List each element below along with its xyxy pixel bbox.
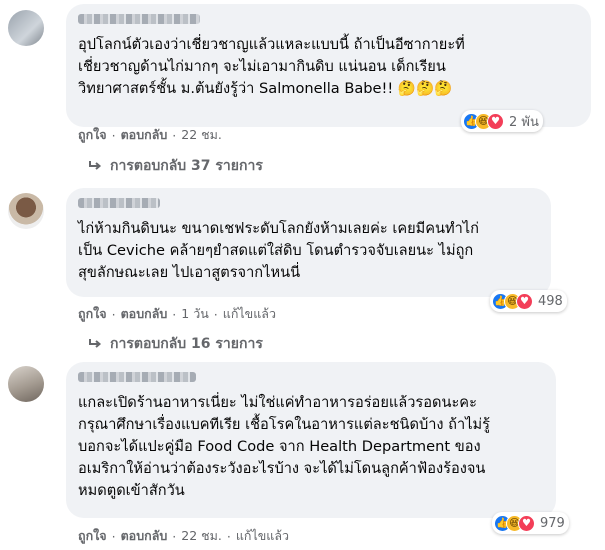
commenter-name-blurred[interactable]: [78, 372, 196, 382]
reply-arrow-icon: [89, 339, 102, 348]
reaction-count: 979: [540, 515, 565, 531]
comment-bubble: อุปโลกน์ตัวเองว่าเชี่ยวชาญแล้วแหละแบบนี้…: [66, 4, 591, 127]
avatar[interactable]: [8, 193, 44, 229]
separator-dot: ·: [226, 528, 231, 544]
reaction-count: 2 พัน: [509, 114, 539, 130]
comment-actions: ถูกใจ · ตอบกลับ · 22 ชม. · แก้ไขแล้ว: [78, 526, 289, 546]
reply-link[interactable]: ตอบกลับ: [121, 304, 168, 324]
like-link[interactable]: ถูกใจ: [78, 526, 107, 546]
comment-bubble: ไก่ห้ามกินดิบนะ ขนาดเชฟระดับโลกยังห้ามเล…: [66, 188, 551, 297]
comment-bubble: แกละเปิดร้านอาหารเนี่ยะ ไม่ใช่แค่ทำอาหาร…: [66, 362, 556, 518]
comment-actions: ถูกใจ · ตอบกลับ · 1 วัน · แก้ไขแล้ว: [78, 304, 276, 324]
avatar[interactable]: [8, 10, 44, 46]
reaction-summary[interactable]: 👍 😆 ♥ 498: [490, 290, 567, 312]
separator-dot: ·: [172, 528, 177, 544]
view-replies-link[interactable]: การตอบกลับ 37 รายการ: [88, 155, 263, 177]
comment-text: แกละเปิดร้านอาหารเนี่ยะ ไม่ใช่แค่ทำอาหาร…: [78, 394, 490, 499]
like-link[interactable]: ถูกใจ: [78, 304, 107, 324]
separator-dot: ·: [111, 528, 116, 544]
reply-arrow-icon: [89, 161, 102, 170]
timestamp[interactable]: 1 วัน: [181, 304, 209, 324]
replies-count-label[interactable]: การตอบกลับ 37 รายการ: [110, 155, 263, 177]
separator-dot: ·: [172, 306, 177, 322]
love-reaction-icon: ♥: [518, 514, 535, 532]
separator-dot: ·: [213, 306, 218, 322]
timestamp[interactable]: 22 ชม.: [181, 125, 222, 145]
love-reaction-icon: ♥: [487, 112, 504, 130]
love-reaction-icon: ♥: [516, 292, 533, 310]
reaction-summary[interactable]: 👍 😆 ♥ 2 พัน: [461, 110, 543, 132]
timestamp[interactable]: 22 ชม.: [181, 526, 222, 546]
like-link[interactable]: ถูกใจ: [78, 125, 107, 145]
avatar[interactable]: [8, 366, 44, 402]
replies-count-label[interactable]: การตอบกลับ 16 รายการ: [110, 333, 263, 355]
comment-actions: ถูกใจ · ตอบกลับ · 22 ชม.: [78, 125, 222, 145]
view-replies-link[interactable]: การตอบกลับ 16 รายการ: [88, 333, 263, 355]
reply-link[interactable]: ตอบกลับ: [121, 125, 168, 145]
commenter-name-blurred[interactable]: [78, 14, 200, 24]
reply-link[interactable]: ตอบกลับ: [121, 526, 168, 546]
edited-label[interactable]: แก้ไขแล้ว: [236, 526, 289, 546]
separator-dot: ·: [172, 127, 177, 143]
reaction-summary[interactable]: 👍 😆 ♥ 979: [492, 512, 569, 534]
edited-label[interactable]: แก้ไขแล้ว: [223, 304, 276, 324]
reaction-count: 498: [538, 293, 563, 309]
separator-dot: ·: [111, 127, 116, 143]
separator-dot: ·: [111, 306, 116, 322]
comment-text: อุปโลกน์ตัวเองว่าเชี่ยวชาญแล้วแหละแบบนี้…: [78, 36, 465, 97]
comment-text: ไก่ห้ามกินดิบนะ ขนาดเชฟระดับโลกยังห้ามเล…: [78, 220, 479, 281]
commenter-name-blurred[interactable]: [78, 198, 160, 208]
